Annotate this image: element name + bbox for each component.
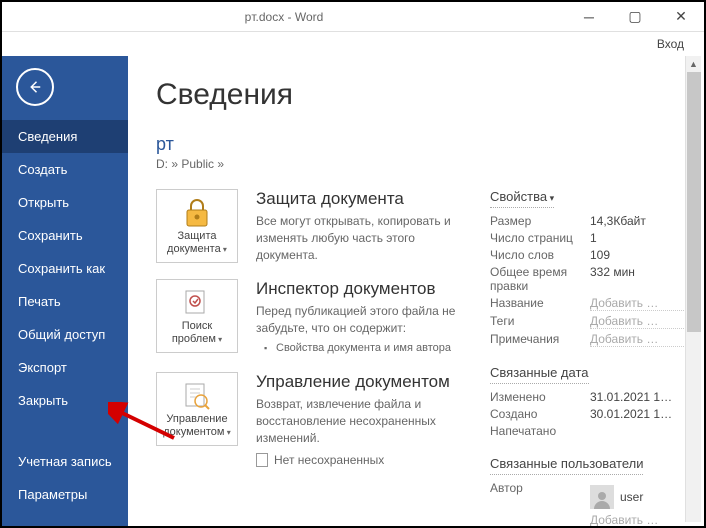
- property-row: НазваниеДобавить …: [490, 296, 686, 311]
- sidebar-item-share[interactable]: Общий доступ: [2, 318, 128, 351]
- protect-title: Защита документа: [256, 189, 466, 209]
- property-row: Общее время правки332 мин: [490, 265, 686, 293]
- title-bar: pт.docx - Word ─ ▢ ✕: [2, 2, 704, 32]
- date-row: Напечатано: [490, 424, 686, 438]
- property-value[interactable]: Добавить …: [590, 314, 686, 329]
- minimize-button[interactable]: ─: [566, 2, 612, 32]
- sidebar-item-print[interactable]: Печать: [2, 285, 128, 318]
- property-value: 332 мин: [590, 265, 686, 293]
- date-key: Напечатано: [490, 424, 590, 438]
- backstage-sidebar: Сведения Создать Открыть Сохранить Сохра…: [2, 56, 128, 526]
- date-value: 30.01.2021 1…: [590, 407, 686, 421]
- author-label: Автор: [490, 481, 590, 526]
- window-title: pт.docx - Word: [2, 10, 566, 24]
- manage-tile-label: Управление документом: [157, 413, 237, 439]
- sidebar-item-saveas[interactable]: Сохранить как: [2, 252, 128, 285]
- back-button[interactable]: [16, 68, 54, 106]
- property-value: 14,3Кбайт: [590, 214, 686, 228]
- date-row: Изменено31.01.2021 1…: [490, 390, 686, 404]
- file-path[interactable]: D: » Public »: [156, 157, 686, 171]
- property-row: Размер14,3Кбайт: [490, 214, 686, 228]
- property-row: Число слов109: [490, 248, 686, 262]
- author-name: user: [620, 490, 643, 504]
- property-value: 1: [590, 231, 686, 245]
- property-value[interactable]: Добавить …: [590, 296, 686, 311]
- properties-panel: Свойства Размер14,3КбайтЧисло страниц1Чи…: [476, 189, 686, 526]
- manage-document-button[interactable]: Управление документом: [156, 372, 238, 446]
- sidebar-item-export[interactable]: Экспорт: [2, 351, 128, 384]
- content-area: Сведения рт D: » Public » Защита докумен…: [128, 56, 704, 526]
- vertical-scrollbar[interactable]: ▲: [685, 56, 701, 522]
- scroll-thumb[interactable]: [687, 72, 701, 332]
- maximize-button[interactable]: ▢: [612, 2, 658, 32]
- property-value[interactable]: Добавить …: [590, 332, 686, 347]
- add-author[interactable]: Добавить …: [590, 513, 686, 526]
- property-key: Число страниц: [490, 231, 590, 245]
- inspect-icon: [183, 286, 211, 320]
- scroll-up-arrow-icon[interactable]: ▲: [686, 56, 701, 72]
- sidebar-item-account[interactable]: Учетная запись: [2, 445, 128, 478]
- page-title: Сведения: [156, 78, 686, 112]
- property-key: Теги: [490, 314, 590, 329]
- properties-heading[interactable]: Свойства: [490, 189, 554, 208]
- sidebar-item-new[interactable]: Создать: [2, 153, 128, 186]
- lock-icon: [183, 196, 211, 230]
- document-icon: [256, 453, 268, 467]
- manage-title: Управление документом: [256, 372, 466, 392]
- sidebar-item-options[interactable]: Параметры: [2, 478, 128, 511]
- property-row: Число страниц1: [490, 231, 686, 245]
- related-users-heading: Связанные пользователи: [490, 456, 643, 475]
- sidebar-item-open[interactable]: Открыть: [2, 186, 128, 219]
- property-key: Размер: [490, 214, 590, 228]
- inspect-tile-label: Поиск проблем: [157, 320, 237, 346]
- property-row: ПримечанияДобавить …: [490, 332, 686, 347]
- avatar-icon: [590, 485, 614, 509]
- property-key: Примечания: [490, 332, 590, 347]
- manage-desc: Возврат, извлечение файла и восстановлен…: [256, 396, 466, 446]
- date-key: Изменено: [490, 390, 590, 404]
- property-row: ТегиДобавить …: [490, 314, 686, 329]
- property-key: Название: [490, 296, 590, 311]
- no-unsaved-label: Нет несохраненных: [274, 453, 384, 467]
- sign-in-link[interactable]: Вход: [657, 37, 684, 51]
- manage-doc-icon: [183, 379, 211, 413]
- sidebar-item-save[interactable]: Сохранить: [2, 219, 128, 252]
- date-value: [590, 424, 686, 438]
- sidebar-item-info[interactable]: Сведения: [2, 120, 128, 153]
- property-key: Общее время правки: [490, 265, 590, 293]
- sidebar-item-close[interactable]: Закрыть: [2, 384, 128, 417]
- date-value: 31.01.2021 1…: [590, 390, 686, 404]
- property-key: Число слов: [490, 248, 590, 262]
- inspect-bullet: Свойства документа и имя автора: [256, 341, 466, 356]
- close-window-button[interactable]: ✕: [658, 2, 704, 32]
- file-name: рт: [156, 134, 686, 155]
- inspect-title: Инспектор документов: [256, 279, 466, 299]
- date-row: Создано30.01.2021 1…: [490, 407, 686, 421]
- related-dates-heading: Связанные дата: [490, 365, 589, 384]
- date-key: Создано: [490, 407, 590, 421]
- check-issues-button[interactable]: Поиск проблем: [156, 279, 238, 353]
- inspect-desc: Перед публикацией этого файла не забудьт…: [256, 303, 466, 337]
- protect-desc: Все могут открывать, копировать и изменя…: [256, 213, 466, 263]
- property-value: 109: [590, 248, 686, 262]
- protect-document-button[interactable]: Защита документа: [156, 189, 238, 263]
- arrow-left-icon: [26, 78, 44, 96]
- protect-tile-label: Защита документа: [157, 230, 237, 256]
